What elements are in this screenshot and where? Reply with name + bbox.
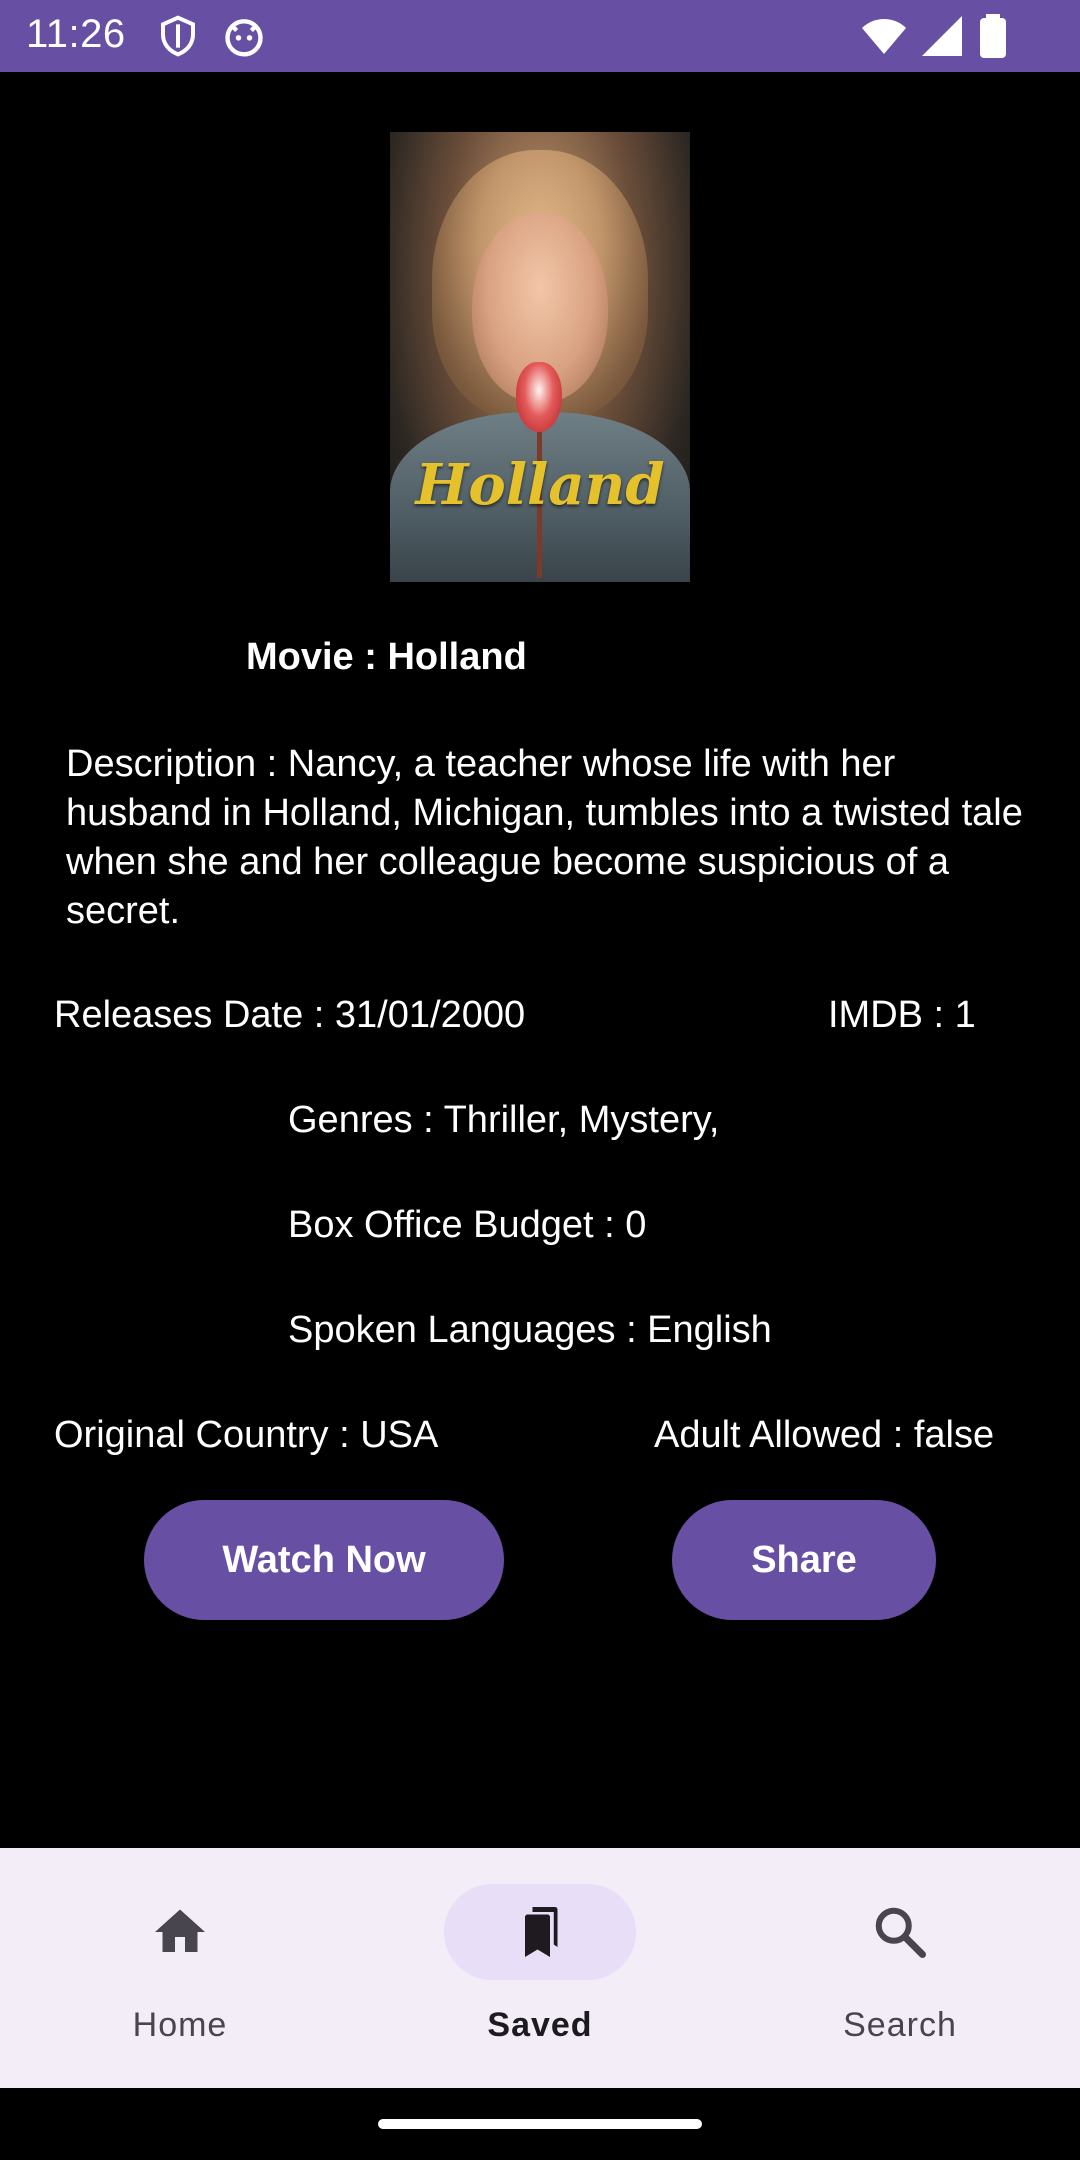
nav-item-home[interactable]: Home — [0, 1848, 360, 2088]
shield-icon — [158, 14, 198, 63]
status-bar: 11:26 — [0, 0, 1080, 72]
home-icon — [150, 1902, 210, 1962]
signal-icon — [920, 14, 964, 63]
cat-icon — [222, 14, 266, 63]
imdb-rating: IMDB : 1 — [828, 994, 976, 1036]
movie-poster: Holland — [390, 132, 690, 582]
poster-title: Holland — [415, 452, 665, 518]
nav-item-saved[interactable]: Saved — [360, 1848, 720, 2088]
battery-icon — [980, 14, 1006, 63]
adult-allowed: Adult Allowed : false — [654, 1414, 995, 1456]
watch-now-button[interactable]: Watch Now — [144, 1500, 504, 1620]
bookmarks-icon — [510, 1902, 570, 1962]
gesture-handle[interactable] — [378, 2119, 702, 2129]
nav-item-search[interactable]: Search — [720, 1848, 1080, 2088]
box-office-budget: Box Office Budget : 0 — [288, 1204, 647, 1246]
genres: Genres : Thriller, Mystery, — [288, 1099, 720, 1141]
nav-label-search: Search — [843, 2006, 957, 2044]
spoken-languages: Spoken Languages : English — [288, 1309, 772, 1351]
release-date: Releases Date : 31/01/2000 — [54, 994, 526, 1036]
bottom-navigation: Home Saved Search — [0, 1848, 1080, 2088]
movie-description: Description : Nancy, a teacher whose lif… — [66, 743, 1023, 932]
wifi-icon — [860, 14, 908, 63]
poster-tulip — [516, 362, 562, 432]
movie-title: Movie : Holland — [246, 636, 527, 678]
nav-label-home: Home — [132, 2006, 228, 2044]
search-icon — [870, 1902, 930, 1962]
original-country: Original Country : USA — [54, 1414, 439, 1456]
nav-label-saved: Saved — [487, 2006, 593, 2044]
status-time: 11:26 — [26, 12, 126, 56]
share-button[interactable]: Share — [672, 1500, 936, 1620]
